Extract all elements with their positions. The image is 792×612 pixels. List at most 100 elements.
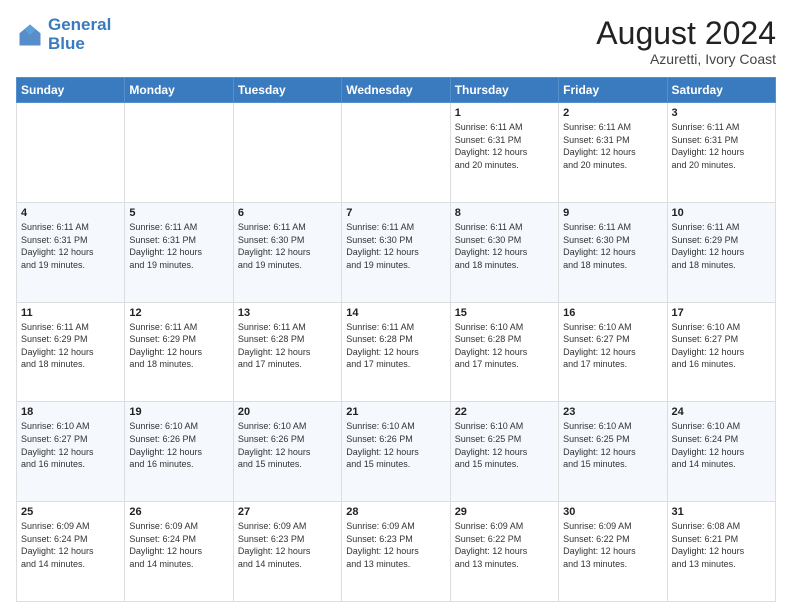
day-info: Sunrise: 6:10 AM Sunset: 6:26 PM Dayligh…	[346, 420, 445, 470]
title-block: August 2024 Azuretti, Ivory Coast	[596, 16, 776, 67]
day-info: Sunrise: 6:10 AM Sunset: 6:25 PM Dayligh…	[563, 420, 662, 470]
logo: General Blue	[16, 16, 111, 53]
day-info: Sunrise: 6:11 AM Sunset: 6:31 PM Dayligh…	[672, 121, 771, 171]
day-number: 13	[238, 307, 337, 319]
calendar-cell: 28Sunrise: 6:09 AM Sunset: 6:23 PM Dayli…	[342, 502, 450, 602]
calendar-header-tuesday: Tuesday	[233, 78, 341, 103]
calendar-week-1: 1 Sunrise: 6:11 AM Sunset: 6:31 PM Daylig…	[17, 103, 776, 203]
day-info: Sunrise: 6:09 AM Sunset: 6:22 PM Dayligh…	[563, 520, 662, 570]
day-number: 10	[672, 207, 771, 219]
calendar-cell: 20Sunrise: 6:10 AM Sunset: 6:26 PM Dayli…	[233, 402, 341, 502]
calendar-cell: 14 Sunrise: 6:11 AM Sunset: 6:28 PM Dayli…	[342, 302, 450, 402]
day-number: 1	[455, 107, 554, 119]
day-number: 23	[563, 406, 662, 418]
day-info: Sunrise: 6:11 AM Sunset: 6:30 PM Dayligh…	[563, 221, 662, 271]
day-number: 18	[21, 406, 120, 418]
day-number: 29	[455, 506, 554, 518]
day-info: Sunrise: 6:11 AM Sunset: 6:28 PM Dayligh…	[238, 321, 337, 371]
day-number: 6	[238, 207, 337, 219]
day-info: Sunrise: 6:09 AM Sunset: 6:23 PM Dayligh…	[238, 520, 337, 570]
calendar-cell	[125, 103, 233, 203]
day-number: 24	[672, 406, 771, 418]
calendar-cell: 4 Sunrise: 6:11 AM Sunset: 6:31 PM Daylig…	[17, 202, 125, 302]
calendar-cell: 17Sunrise: 6:10 AM Sunset: 6:27 PM Dayli…	[667, 302, 775, 402]
day-number: 9	[563, 207, 662, 219]
calendar-cell	[17, 103, 125, 203]
calendar-cell: 19 Sunrise: 6:10 AM Sunset: 6:26 PM Dayli…	[125, 402, 233, 502]
day-info: Sunrise: 6:11 AM Sunset: 6:30 PM Dayligh…	[455, 221, 554, 271]
calendar-cell: 5Sunrise: 6:11 AM Sunset: 6:31 PM Daylig…	[125, 202, 233, 302]
calendar-cell	[233, 103, 341, 203]
day-info: Sunrise: 6:11 AM Sunset: 6:31 PM Dayligh…	[455, 121, 554, 171]
day-number: 2	[563, 107, 662, 119]
day-info: Sunrise: 6:11 AM Sunset: 6:29 PM Dayligh…	[21, 321, 120, 371]
calendar-cell: 8Sunrise: 6:11 AM Sunset: 6:30 PM Daylig…	[450, 202, 558, 302]
day-number: 17	[672, 307, 771, 319]
calendar-header-friday: Friday	[559, 78, 667, 103]
day-number: 14	[346, 307, 445, 319]
day-info: Sunrise: 6:11 AM Sunset: 6:28 PM Dayligh…	[346, 321, 445, 371]
header: General Blue August 2024 Azuretti, Ivory…	[16, 16, 776, 67]
calendar-week-3: 11 Sunrise: 6:11 AM Sunset: 6:29 PM Dayli…	[17, 302, 776, 402]
logo-icon	[16, 21, 44, 49]
day-info: Sunrise: 6:10 AM Sunset: 6:27 PM Dayligh…	[21, 420, 120, 470]
day-info: Sunrise: 6:11 AM Sunset: 6:29 PM Dayligh…	[672, 221, 771, 271]
day-info: Sunrise: 6:10 AM Sunset: 6:26 PM Dayligh…	[129, 420, 228, 470]
day-number: 21	[346, 406, 445, 418]
day-info: Sunrise: 6:10 AM Sunset: 6:27 PM Dayligh…	[563, 321, 662, 371]
day-number: 31	[672, 506, 771, 518]
calendar-cell: 2 Sunrise: 6:11 AM Sunset: 6:31 PM Daylig…	[559, 103, 667, 203]
day-number: 19	[129, 406, 228, 418]
calendar-table: SundayMondayTuesdayWednesdayThursdayFrid…	[16, 77, 776, 602]
day-number: 15	[455, 307, 554, 319]
day-info: Sunrise: 6:11 AM Sunset: 6:30 PM Dayligh…	[346, 221, 445, 271]
calendar-cell: 29 Sunrise: 6:09 AM Sunset: 6:22 PM Dayli…	[450, 502, 558, 602]
calendar-week-2: 4 Sunrise: 6:11 AM Sunset: 6:31 PM Daylig…	[17, 202, 776, 302]
day-info: Sunrise: 6:11 AM Sunset: 6:31 PM Dayligh…	[21, 221, 120, 271]
calendar-cell: 24 Sunrise: 6:10 AM Sunset: 6:24 PM Dayli…	[667, 402, 775, 502]
calendar-header-monday: Monday	[125, 78, 233, 103]
day-number: 4	[21, 207, 120, 219]
day-number: 16	[563, 307, 662, 319]
day-info: Sunrise: 6:09 AM Sunset: 6:22 PM Dayligh…	[455, 520, 554, 570]
day-number: 7	[346, 207, 445, 219]
calendar-cell: 25Sunrise: 6:09 AM Sunset: 6:24 PM Dayli…	[17, 502, 125, 602]
calendar-cell: 31 Sunrise: 6:08 AM Sunset: 6:21 PM Dayli…	[667, 502, 775, 602]
day-info: Sunrise: 6:11 AM Sunset: 6:31 PM Dayligh…	[563, 121, 662, 171]
day-number: 12	[129, 307, 228, 319]
day-info: Sunrise: 6:10 AM Sunset: 6:28 PM Dayligh…	[455, 321, 554, 371]
day-number: 3	[672, 107, 771, 119]
calendar-cell: 30 Sunrise: 6:09 AM Sunset: 6:22 PM Dayli…	[559, 502, 667, 602]
day-number: 28	[346, 506, 445, 518]
main-title: August 2024	[596, 16, 776, 51]
calendar-cell	[342, 103, 450, 203]
day-info: Sunrise: 6:08 AM Sunset: 6:21 PM Dayligh…	[672, 520, 771, 570]
day-info: Sunrise: 6:11 AM Sunset: 6:31 PM Dayligh…	[129, 221, 228, 271]
day-info: Sunrise: 6:10 AM Sunset: 6:24 PM Dayligh…	[672, 420, 771, 470]
calendar-cell: 23 Sunrise: 6:10 AM Sunset: 6:25 PM Dayli…	[559, 402, 667, 502]
page: General Blue August 2024 Azuretti, Ivory…	[0, 0, 792, 612]
calendar-cell: 11 Sunrise: 6:11 AM Sunset: 6:29 PM Dayli…	[17, 302, 125, 402]
day-number: 27	[238, 506, 337, 518]
calendar-cell: 27 Sunrise: 6:09 AM Sunset: 6:23 PM Dayli…	[233, 502, 341, 602]
calendar-cell: 18 Sunrise: 6:10 AM Sunset: 6:27 PM Dayli…	[17, 402, 125, 502]
logo-text: General Blue	[48, 16, 111, 53]
day-number: 26	[129, 506, 228, 518]
calendar-header-wednesday: Wednesday	[342, 78, 450, 103]
calendar-header-row: SundayMondayTuesdayWednesdayThursdayFrid…	[17, 78, 776, 103]
calendar-week-4: 18 Sunrise: 6:10 AM Sunset: 6:27 PM Dayli…	[17, 402, 776, 502]
day-info: Sunrise: 6:09 AM Sunset: 6:24 PM Dayligh…	[21, 520, 120, 570]
day-number: 20	[238, 406, 337, 418]
calendar-cell: 13 Sunrise: 6:11 AM Sunset: 6:28 PM Dayli…	[233, 302, 341, 402]
calendar-cell: 10 Sunrise: 6:11 AM Sunset: 6:29 PM Dayli…	[667, 202, 775, 302]
calendar-cell: 7 Sunrise: 6:11 AM Sunset: 6:30 PM Daylig…	[342, 202, 450, 302]
calendar-cell: 15 Sunrise: 6:10 AM Sunset: 6:28 PM Dayli…	[450, 302, 558, 402]
day-number: 11	[21, 307, 120, 319]
day-info: Sunrise: 6:11 AM Sunset: 6:29 PM Dayligh…	[129, 321, 228, 371]
calendar-header-sunday: Sunday	[17, 78, 125, 103]
calendar-cell: 26Sunrise: 6:09 AM Sunset: 6:24 PM Dayli…	[125, 502, 233, 602]
calendar-cell: 9 Sunrise: 6:11 AM Sunset: 6:30 PM Daylig…	[559, 202, 667, 302]
day-number: 30	[563, 506, 662, 518]
calendar-cell: 3 Sunrise: 6:11 AM Sunset: 6:31 PM Daylig…	[667, 103, 775, 203]
calendar-week-5: 25Sunrise: 6:09 AM Sunset: 6:24 PM Dayli…	[17, 502, 776, 602]
